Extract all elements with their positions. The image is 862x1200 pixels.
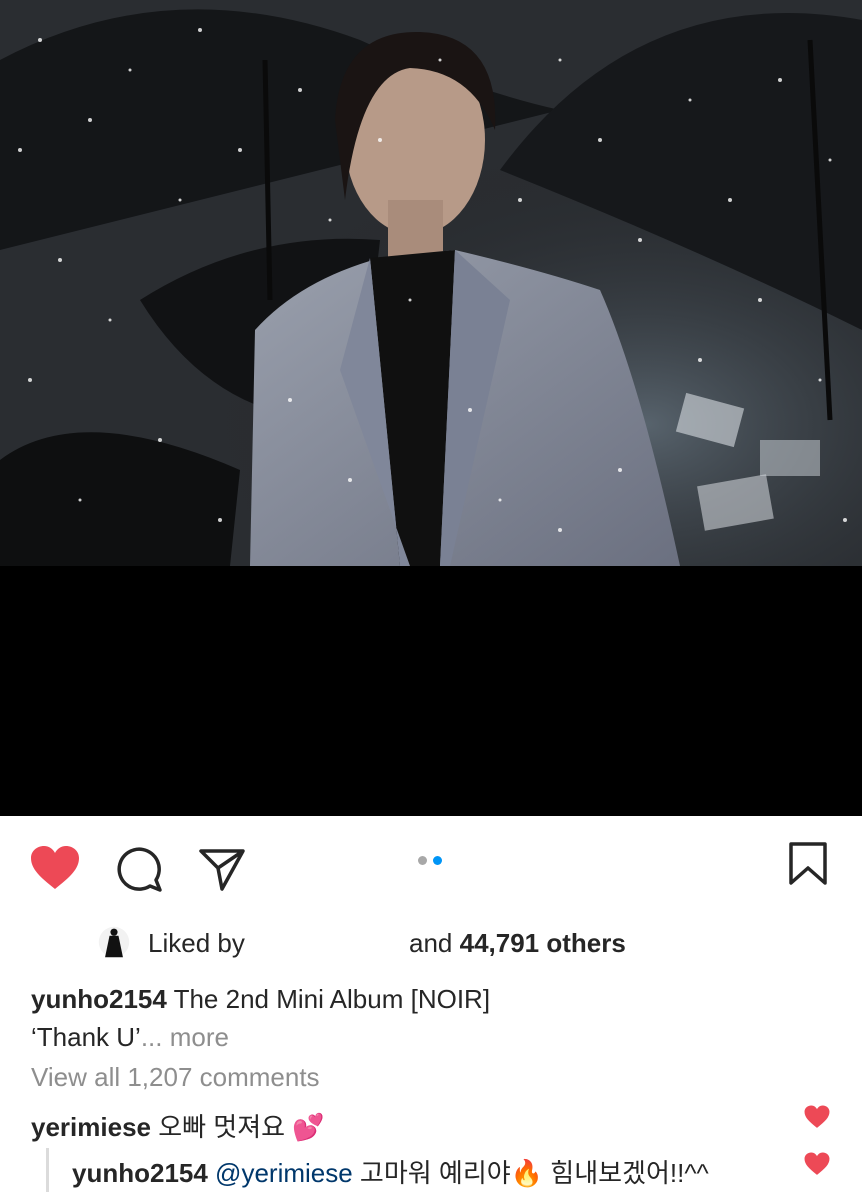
caption-text: The 2nd Mini Album [NOIR] <box>166 984 491 1014</box>
caption-more-link[interactable]: ... more <box>141 1022 229 1052</box>
likes-count[interactable]: 44,791 others <box>460 928 626 958</box>
likes-others[interactable]: and 44,791 others <box>409 928 626 959</box>
comment-text: 오빠 멋져요 <box>150 1112 293 1142</box>
post-action-bar <box>0 816 862 916</box>
heart-emoji: 💕 <box>292 1112 325 1142</box>
reply-text: 고마워 예리야 <box>352 1158 511 1188</box>
likes-and-label: and <box>409 928 460 958</box>
heart-icon[interactable] <box>30 845 80 891</box>
caption-line-1: yunho2154 The 2nd Mini Album [NOIR] <box>31 980 831 1018</box>
carousel-dot-active <box>433 856 442 865</box>
liked-by-label: Liked by <box>148 928 245 958</box>
liker-avatar[interactable] <box>97 925 131 959</box>
caption-username[interactable]: yunho2154 <box>31 984 167 1014</box>
post-caption: yunho2154 The 2nd Mini Album [NOIR] ‘Tha… <box>31 980 831 1056</box>
reply-like-heart-icon[interactable] <box>804 1152 830 1176</box>
comment-username[interactable]: yerimiese <box>31 1112 151 1142</box>
carousel-dot <box>418 856 427 865</box>
likes-row[interactable]: Liked by and 44,791 others <box>0 925 862 965</box>
caption-line-2: ‘Thank U’... more <box>31 1018 831 1056</box>
bookmark-icon[interactable] <box>788 842 828 886</box>
post-image-letterbox <box>0 566 862 816</box>
reply-item: yunho2154 @yerimiese 고마워 예리야🔥 힘내보겠어!!^^ <box>72 1153 709 1190</box>
caption-text-2: ‘Thank U’ <box>31 1022 141 1052</box>
post-image[interactable] <box>0 0 862 566</box>
reply-username[interactable]: yunho2154 <box>72 1158 208 1188</box>
post-photo-illustration <box>0 0 862 566</box>
share-icon[interactable] <box>198 847 246 893</box>
view-all-comments-link[interactable]: View all 1,207 comments <box>31 1062 320 1093</box>
reply-thread-line <box>46 1148 49 1192</box>
reply-mention[interactable]: @yerimiese <box>208 1158 353 1188</box>
comment-item: yerimiese 오빠 멋져요 💕 <box>31 1107 325 1144</box>
carousel-indicator <box>418 856 442 865</box>
reply-text-2: 힘내보겠어!!^^ <box>543 1158 709 1188</box>
fire-emoji: 🔥 <box>510 1158 544 1188</box>
comment-like-heart-icon[interactable] <box>804 1105 830 1129</box>
comment-icon[interactable] <box>116 847 162 893</box>
